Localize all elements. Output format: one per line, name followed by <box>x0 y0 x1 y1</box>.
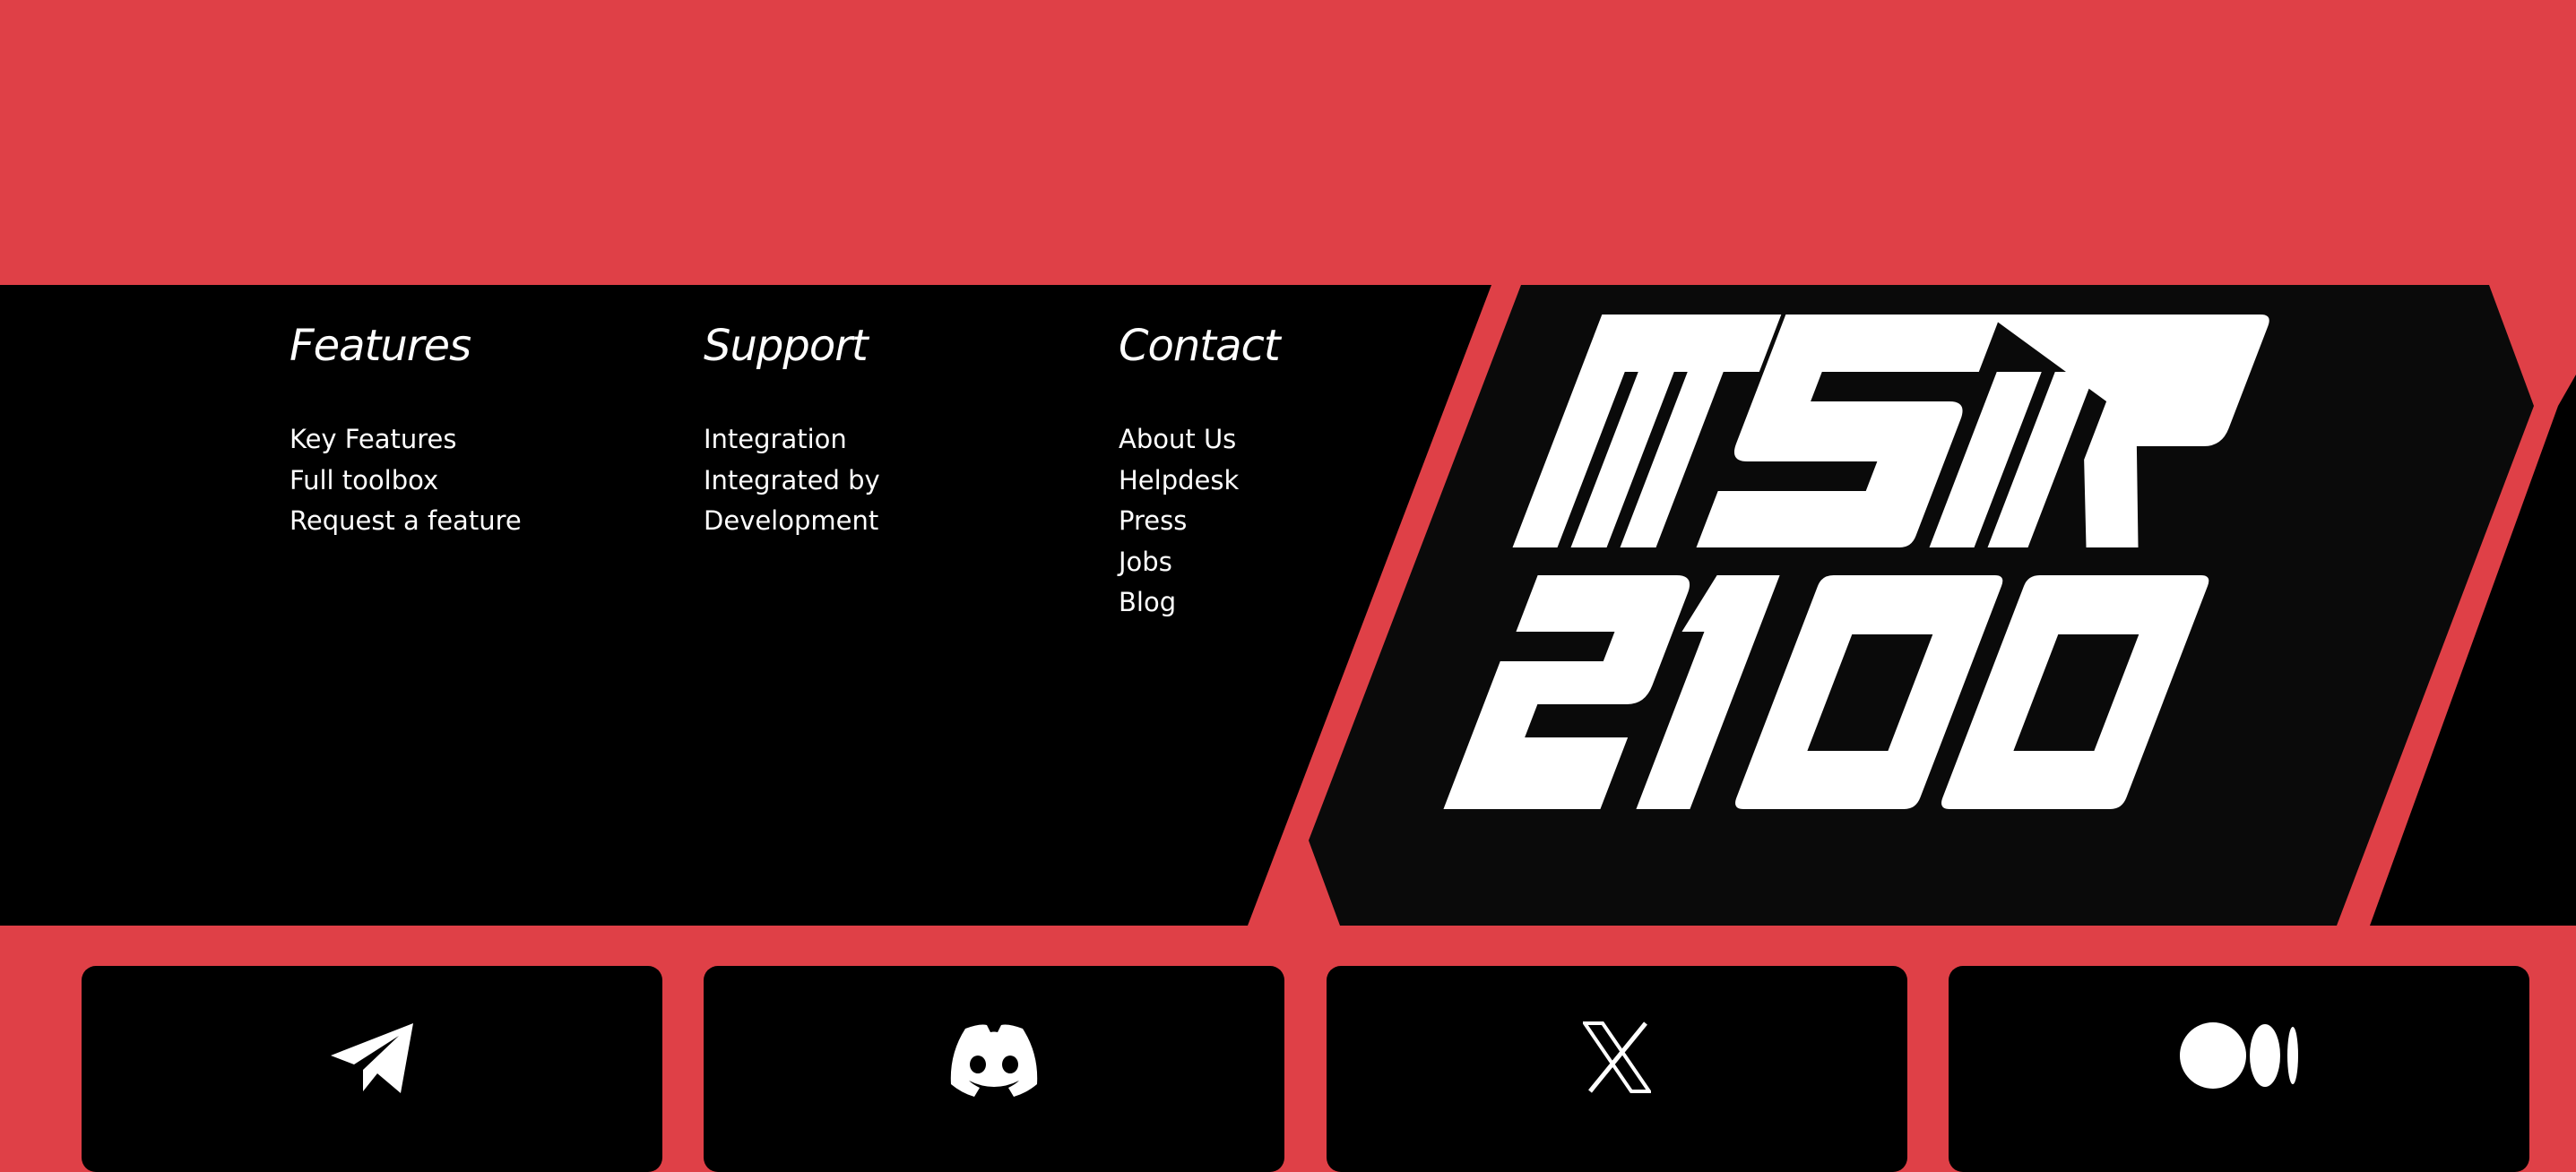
footer-link-about-us[interactable]: About Us <box>1119 419 1239 461</box>
footer-link-full-toolbox[interactable]: Full toolbox <box>290 461 522 502</box>
footer-link-integrated-by[interactable]: Integrated by <box>704 461 880 502</box>
telegram-icon <box>331 1023 413 1093</box>
footer-column-features: Features Key Features Full toolbox Reque… <box>290 314 522 536</box>
footer-link-integration[interactable]: Integration <box>704 419 880 461</box>
medium-icon <box>2180 1022 2298 1089</box>
footer-links-contact: About Us Helpdesk Press Jobs Blog <box>1119 419 1239 624</box>
footer-column-support: Support Integration Integrated by Develo… <box>704 314 880 536</box>
footer-heading-contact: Contact <box>1119 321 1281 371</box>
discord-icon <box>950 1024 1038 1097</box>
footer-link-press[interactable]: Press <box>1119 501 1239 542</box>
footer-link-request-a-feature[interactable]: Request a feature <box>290 501 522 542</box>
footer-links-support: Integration Integrated by Development <box>704 419 880 542</box>
footer-heading-features: Features <box>290 321 471 371</box>
footer-link-helpdesk[interactable]: Helpdesk <box>1119 461 1239 502</box>
footer-link-key-features[interactable]: Key Features <box>290 419 522 461</box>
footer-link-blog[interactable]: Blog <box>1119 582 1239 624</box>
footer-link-jobs[interactable]: Jobs <box>1119 542 1239 583</box>
footer-heading-support: Support <box>704 321 869 371</box>
mstr-2100-logo[interactable] <box>1300 285 2576 926</box>
footer-link-development[interactable]: Development <box>704 501 880 542</box>
x-icon <box>1583 1021 1651 1093</box>
footer-links-features: Key Features Full toolbox Request a feat… <box>290 419 522 542</box>
footer-column-contact: Contact About Us Helpdesk Press Jobs Blo… <box>1119 314 1281 617</box>
